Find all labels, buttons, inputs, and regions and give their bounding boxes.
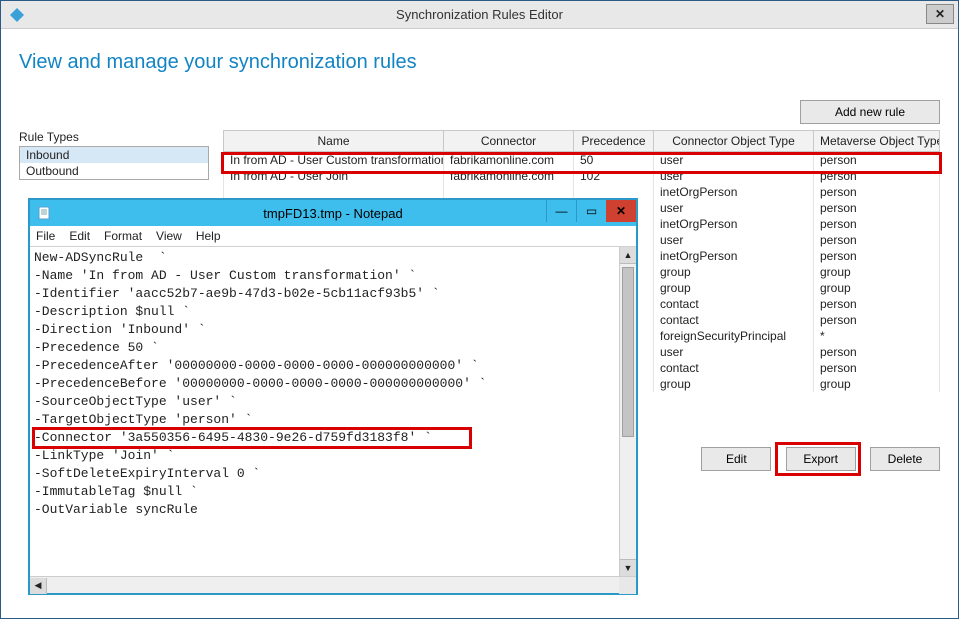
scroll-thumb-v[interactable] [622,267,634,437]
cell-cobj: user [654,168,814,184]
rule-types-label: Rule Types [19,130,209,144]
cell-cobj: user [654,200,814,216]
window-close-button[interactable]: ✕ [926,4,954,24]
main-titlebar: Synchronization Rules Editor ✕ [1,1,958,29]
notepad-menu-item[interactable]: View [156,229,182,243]
scroll-corner [619,577,636,594]
cell-mobj: person [814,216,940,232]
cell-cobj: contact [654,312,814,328]
cell-mobj: person [814,232,940,248]
notepad-text-area[interactable]: New-ADSyncRule ` -Name 'In from AD - Use… [30,247,619,576]
col-name[interactable]: Name [224,131,444,152]
notepad-menu-item[interactable]: Edit [69,229,90,243]
cell-name: In from AD - User Join [224,168,444,184]
cell-mobj: person [814,184,940,200]
notepad-vertical-scrollbar[interactable]: ▲ ▼ [619,247,636,576]
col-metaverse-obj[interactable]: Metaverse Object Type [814,131,940,152]
window-title: Synchronization Rules Editor [1,7,958,22]
delete-button[interactable]: Delete [870,447,940,471]
top-actions: Add new rule [19,100,940,124]
notepad-window[interactable]: tmpFD13.tmp - Notepad — ▭ ✕ File Edit Form… [29,199,637,594]
cell-mobj: person [814,168,940,184]
cell-connector: fabrikamonline.com [444,152,574,169]
cell-cobj: user [654,152,814,169]
notepad-menu-item[interactable]: Help [196,229,221,243]
notepad-close-button[interactable]: ✕ [606,200,636,222]
cell-cobj: user [654,344,814,360]
col-connector[interactable]: Connector [444,131,574,152]
cell-precedence [574,184,654,200]
cell-mobj: person [814,200,940,216]
cell-cobj: group [654,280,814,296]
cell-mobj: person [814,344,940,360]
cell-cobj: foreignSecurityPrincipal [654,328,814,344]
export-highlight: Export [775,442,861,476]
cell-mobj: person [814,152,940,169]
cell-cobj: contact [654,360,814,376]
col-precedence[interactable]: Precedence [574,131,654,152]
cell-mobj: person [814,312,940,328]
cell-cobj: inetOrgPerson [654,248,814,264]
notepad-menu-item[interactable]: File [36,229,55,243]
cell-mobj: person [814,296,940,312]
rule-types-list[interactable]: InboundOutbound [19,146,209,180]
notepad-minimize-button[interactable]: — [546,200,576,222]
rule-type-item[interactable]: Outbound [20,163,208,179]
notepad-icon [36,205,52,221]
col-connector-obj[interactable]: Connector Object Type [654,131,814,152]
cell-mobj: group [814,376,940,392]
page-heading: View and manage your synchronization rul… [19,51,940,74]
scroll-up-icon[interactable]: ▲ [620,247,636,264]
cell-cobj: group [654,264,814,280]
notepad-menu-item[interactable]: Format [104,229,142,243]
export-button[interactable]: Export [786,447,856,471]
cell-cobj: user [654,232,814,248]
cell-connector: fabrikamonline.com [444,168,574,184]
rule-type-item[interactable]: Inbound [20,147,208,163]
notepad-titlebar[interactable]: tmpFD13.tmp - Notepad — ▭ ✕ [30,200,636,226]
app-icon [7,5,27,25]
cell-cobj: group [654,376,814,392]
table-row[interactable]: inetOrgPersonperson [224,184,940,200]
cell-precedence: 102 [574,168,654,184]
table-row[interactable]: In from AD - User Joinfabrikamonline.com… [224,168,940,184]
scroll-left-icon[interactable]: ◀ [30,578,47,594]
add-new-rule-button[interactable]: Add new rule [800,100,940,124]
cell-cobj: inetOrgPerson [654,216,814,232]
scroll-down-icon[interactable]: ▼ [620,559,636,576]
edit-button[interactable]: Edit [701,447,771,471]
cell-mobj: person [814,248,940,264]
notepad-horizontal-scrollbar[interactable]: ◀ ▶ [30,576,636,593]
notepad-menu: File Edit Format View Help [30,226,636,247]
cell-cobj: contact [654,296,814,312]
cell-mobj: person [814,360,940,376]
cell-mobj: group [814,280,940,296]
cell-name [224,184,444,200]
table-row[interactable]: In from AD - User Custom transformationf… [224,152,940,169]
cell-mobj: * [814,328,940,344]
notepad-maximize-button[interactable]: ▭ [576,200,606,222]
cell-mobj: group [814,264,940,280]
cell-name: In from AD - User Custom transformation [224,152,444,169]
cell-cobj: inetOrgPerson [654,184,814,200]
cell-connector [444,184,574,200]
cell-precedence: 50 [574,152,654,169]
